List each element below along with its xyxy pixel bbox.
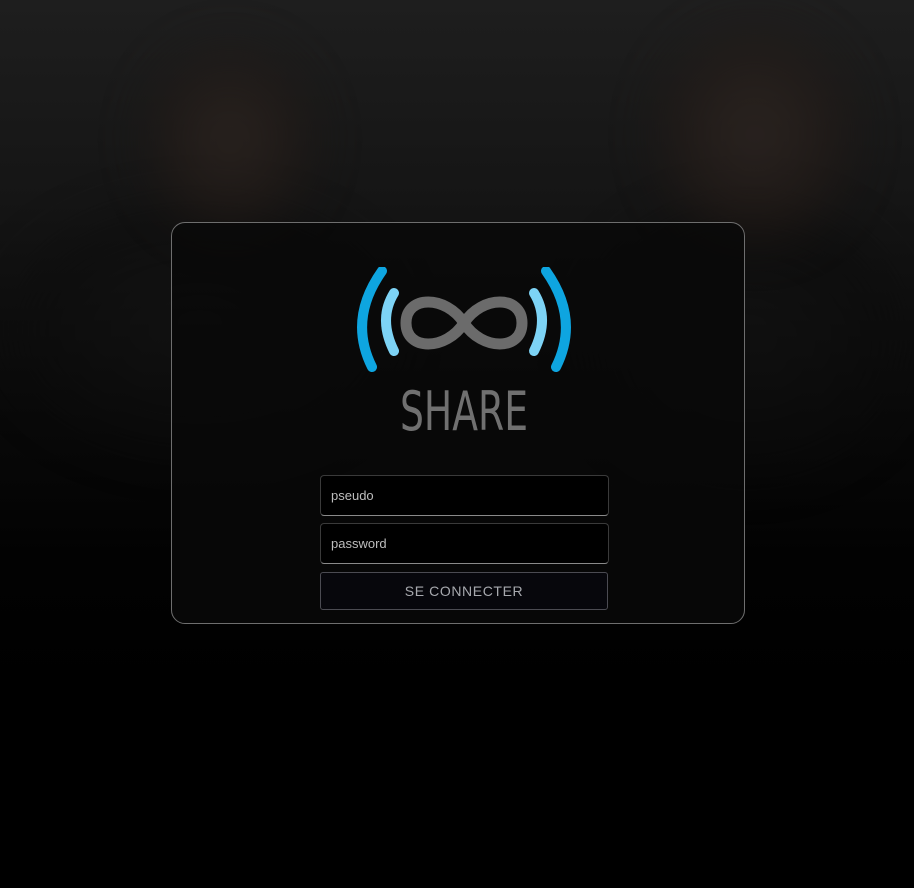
login-button[interactable]: SE CONNECTER [320, 572, 608, 610]
background-person-left-head [140, 40, 320, 240]
background-person-right-head [650, 20, 860, 250]
infinity-broadcast-logo-icon: SHARE [357, 267, 571, 437]
login-card: SHARE SE CONNECTER [171, 222, 745, 624]
username-field[interactable] [320, 475, 609, 516]
password-field[interactable] [320, 523, 609, 564]
login-page: SHARE SE CONNECTER [0, 0, 914, 888]
logo-wordmark: SHARE [400, 380, 528, 437]
